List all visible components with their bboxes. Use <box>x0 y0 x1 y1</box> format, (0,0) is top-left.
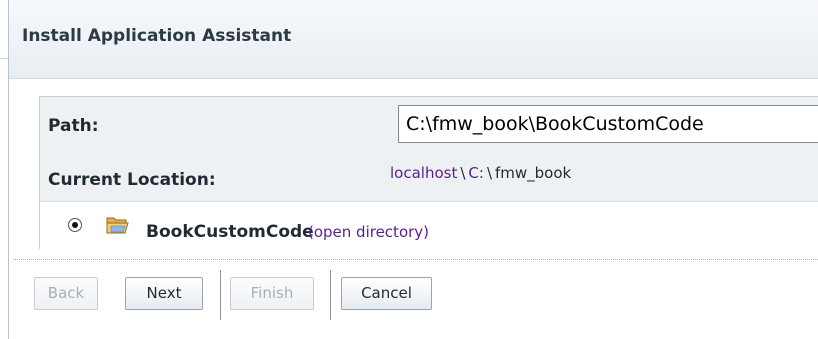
folder-open-icon <box>106 215 130 235</box>
directory-radio[interactable] <box>68 218 82 232</box>
next-button[interactable]: Next <box>125 277 203 310</box>
path-input[interactable] <box>398 105 818 143</box>
page-title: Install Application Assistant <box>22 26 292 46</box>
breadcrumb-host-link[interactable]: localhost <box>390 164 457 182</box>
divider <box>14 259 818 260</box>
back-button[interactable]: Back <box>34 277 98 310</box>
button-separator <box>220 270 221 320</box>
cancel-button[interactable]: Cancel <box>341 277 432 310</box>
install-assistant-page: Install Application Assistant Path: Curr… <box>0 0 818 339</box>
edge-mark <box>0 58 8 59</box>
current-location-label: Current Location: <box>48 170 216 190</box>
breadcrumb: localhost \ C: \ fmw_book <box>390 164 571 182</box>
finish-button[interactable]: Finish <box>230 277 314 310</box>
open-directory-link[interactable]: (open directory) <box>308 223 429 241</box>
button-separator <box>330 270 331 320</box>
breadcrumb-drive-link[interactable]: C: <box>468 164 484 182</box>
breadcrumb-current-folder: fmw_book <box>495 164 572 182</box>
path-label: Path: <box>48 116 99 136</box>
title-bar: Install Application Assistant <box>9 0 818 79</box>
path-form-panel: Path: Current Location: localhost\C:\fmw… <box>39 96 818 250</box>
directory-name[interactable]: BookCustomCode <box>146 222 314 242</box>
breadcrumb-separator: \ <box>486 164 492 182</box>
breadcrumb-separator: \ <box>460 164 466 182</box>
